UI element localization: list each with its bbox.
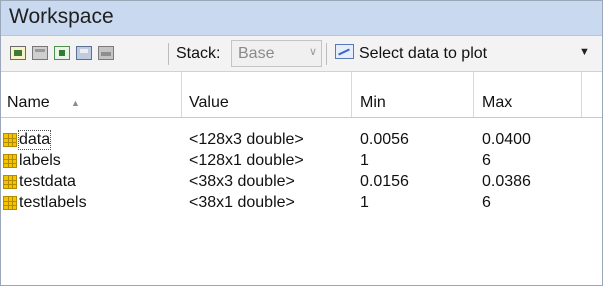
save-workspace-icon[interactable]	[76, 46, 92, 60]
stack-dropdown[interactable]: Base ∨	[231, 40, 322, 67]
plot-selector-label: Select data to plot	[359, 45, 488, 62]
chevron-down-icon: ∨	[308, 46, 317, 58]
variable-name[interactable]: testdata	[19, 173, 76, 191]
table-header: Name ▲ Value Min Max	[1, 72, 602, 118]
dropdown-arrow-icon[interactable]: ▼	[579, 46, 590, 58]
variable-name[interactable]: data	[17, 130, 52, 150]
variable-min: 0.0056	[360, 131, 409, 148]
new-variable-icon[interactable]	[10, 46, 26, 60]
variable-max: 6	[482, 194, 491, 211]
open-variable-icon[interactable]	[32, 46, 48, 60]
variable-min: 0.0156	[360, 173, 409, 190]
column-divider[interactable]	[181, 72, 182, 117]
column-header-max[interactable]: Max	[482, 94, 512, 112]
variable-max: 0.0386	[482, 173, 531, 190]
table-row[interactable]: data <128x3 double> 0.0056 0.0400	[1, 130, 602, 151]
panel-title: Workspace	[9, 5, 114, 28]
plot-icon	[335, 44, 354, 59]
variable-value: <38x1 double>	[189, 194, 295, 211]
variable-name[interactable]: labels	[19, 152, 61, 170]
column-header-min[interactable]: Min	[360, 94, 386, 112]
stack-dropdown-value: Base	[238, 45, 275, 62]
table-row[interactable]: testdata <38x3 double> 0.0156 0.0386	[1, 172, 602, 193]
matrix-variable-icon	[3, 133, 17, 147]
print-icon[interactable]	[98, 46, 114, 60]
variable-value: <128x1 double>	[189, 152, 304, 169]
variable-value: <128x3 double>	[189, 131, 304, 148]
variable-max: 6	[482, 152, 491, 169]
variable-min: 1	[360, 152, 369, 169]
matrix-variable-icon	[3, 154, 17, 168]
variable-name[interactable]: testlabels	[19, 194, 87, 212]
column-divider[interactable]	[473, 72, 474, 117]
workspace-titlebar[interactable]: Workspace	[1, 1, 602, 36]
workspace-toolbar: Stack: Base ∨ Select data to plot ▼	[1, 36, 602, 72]
column-divider[interactable]	[351, 72, 352, 117]
variable-max: 0.0400	[482, 131, 531, 148]
workspace-panel: Workspace Stack: Base ∨ Select data to p…	[0, 0, 603, 286]
column-divider[interactable]	[581, 72, 582, 117]
import-data-icon[interactable]	[54, 46, 70, 60]
sort-ascending-icon: ▲	[71, 98, 80, 108]
toolbar-separator	[168, 43, 169, 65]
matrix-variable-icon	[3, 175, 17, 189]
variables-table: Name ▲ Value Min Max data <128x3 double>…	[1, 72, 602, 284]
variable-min: 1	[360, 194, 369, 211]
table-row[interactable]: labels <128x1 double> 1 6	[1, 151, 602, 172]
table-row[interactable]: testlabels <38x1 double> 1 6	[1, 193, 602, 214]
column-header-value[interactable]: Value	[189, 94, 229, 112]
variable-value: <38x3 double>	[189, 173, 295, 190]
stack-label: Stack:	[176, 45, 221, 62]
toolbar-separator	[326, 43, 327, 65]
plot-selector-button[interactable]: Select data to plot ▼	[331, 39, 597, 68]
matrix-variable-icon	[3, 196, 17, 210]
column-header-name[interactable]: Name	[7, 94, 50, 112]
